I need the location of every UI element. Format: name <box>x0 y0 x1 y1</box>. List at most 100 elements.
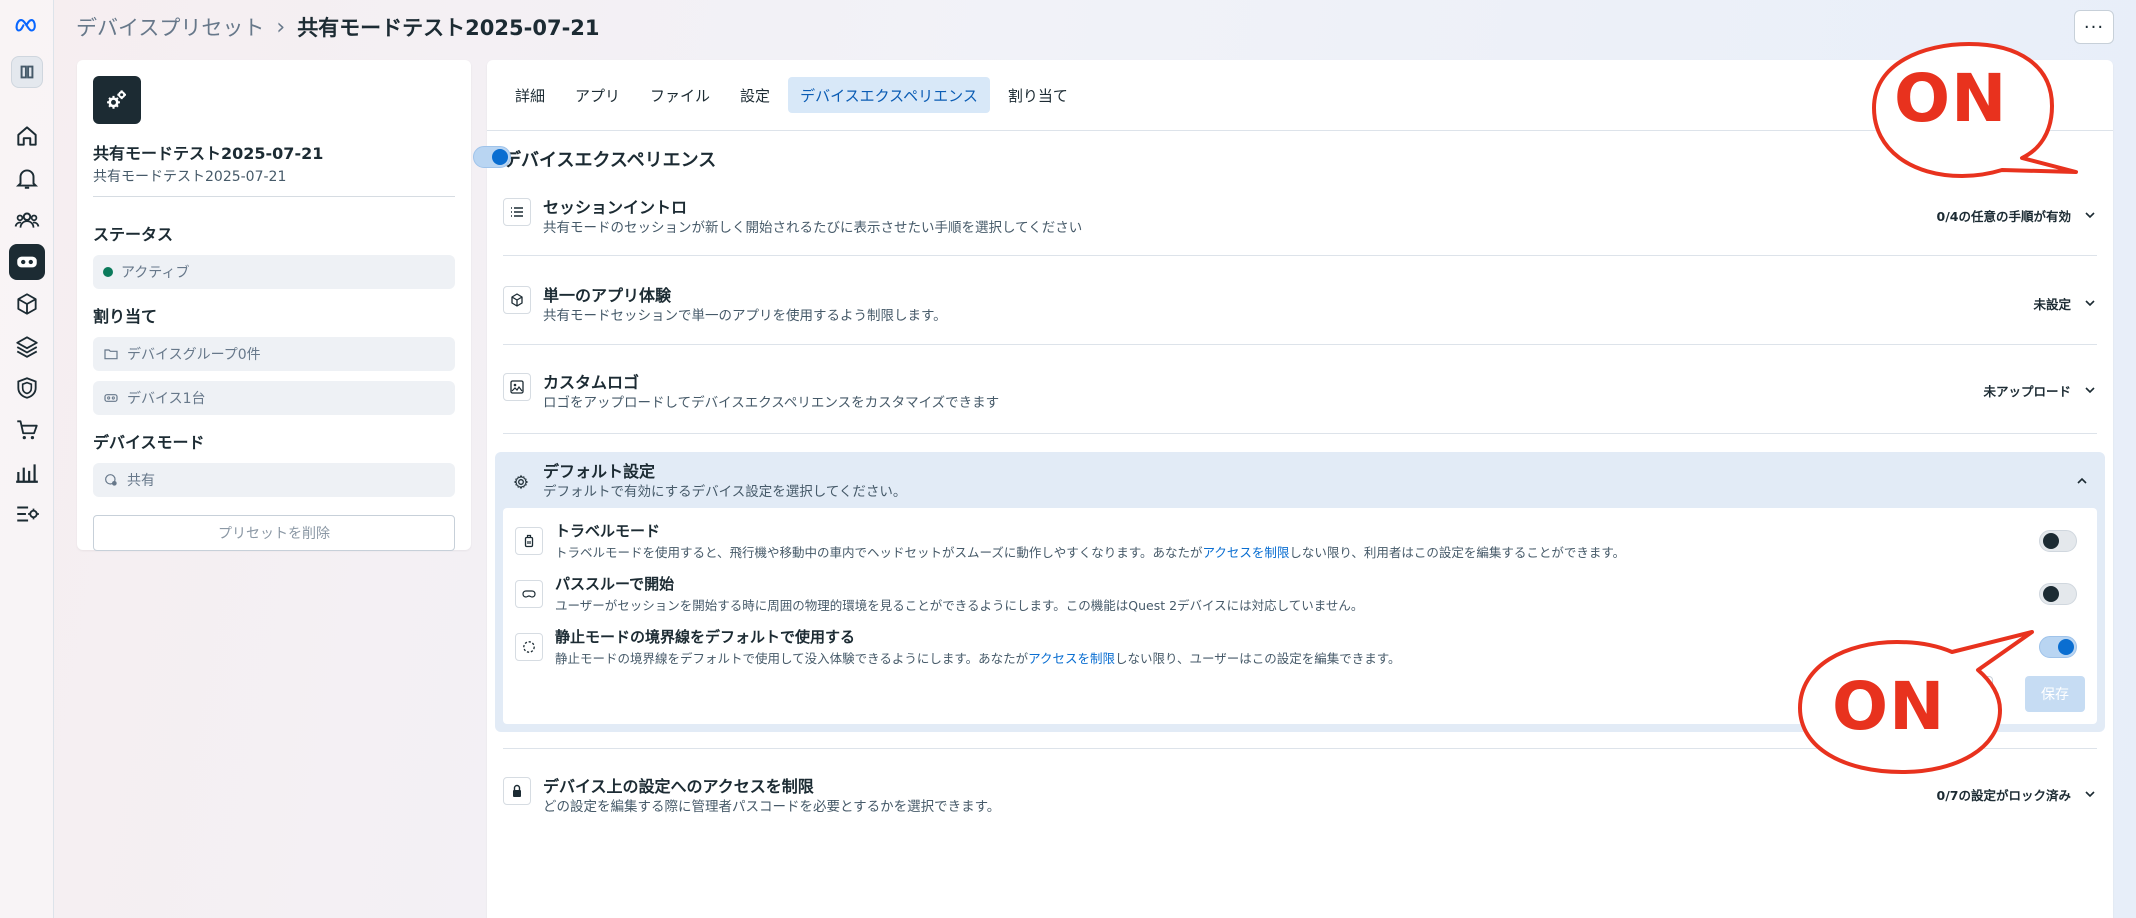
gear-icon <box>507 468 535 496</box>
device-experience-panel: 詳細 アプリ ファイル 設定 デバイスエクスペリエンス 割り当て デバイスエクス… <box>473 60 2113 918</box>
settings-list-icon[interactable] <box>9 496 45 532</box>
status-badge: アクティブ <box>93 255 455 289</box>
session-intro-status: 0/4の任意の手順が有効 <box>1936 209 2071 224</box>
divider <box>93 196 455 197</box>
stationary-boundary-desc: 静止モードの境界線をデフォルトで使用して没入体験できるようにします。あなたがアク… <box>555 648 1401 667</box>
travel-mode-desc-b: しない限り、利用者はこの設定を編集することができます。 <box>1289 545 1626 560</box>
chevron-down-icon[interactable] <box>2083 383 2097 397</box>
on-callout-bottom: ON <box>1792 620 2042 780</box>
tab-bar: 詳細 アプリ ファイル 設定 デバイスエクスペリエンス 割り当て <box>503 76 1080 114</box>
toggle-knob <box>492 149 508 165</box>
cart-icon[interactable] <box>9 412 45 448</box>
travel-mode-desc: トラベルモードを使用すると、飛行機や移動中の車内でヘッドセットがスムーズに動作し… <box>555 542 1625 561</box>
passthrough-toggle[interactable] <box>2039 583 2077 605</box>
chevron-up-icon[interactable] <box>2075 474 2089 488</box>
divider <box>503 433 2097 434</box>
device-mode-label: デバイスモード <box>93 433 205 452</box>
delete-preset-button[interactable]: プリセットを削除 <box>93 515 455 551</box>
restrict-access-title: デバイス上の設定へのアクセスを制限 <box>543 777 814 796</box>
restrict-access-desc: どの設定を編集する際に管理者パスコードを必要とするかを選択できます。 <box>543 799 1001 815</box>
preset-name: 共有モードテスト2025-07-21 <box>93 144 324 163</box>
session-intro-desc: 共有モードのセッションが新しく開始されるたびに表示させたい手順を選択してください <box>543 220 1083 236</box>
gears-icon <box>93 76 141 124</box>
travel-mode-row: トラベルモード トラベルモードを使用すると、飛行機や移動中の車内でヘッドセットが… <box>515 520 2077 564</box>
stationary-desc-b: しない限り、ユーザーはこの設定を編集できます。 <box>1115 651 1401 666</box>
dashed-circle-icon <box>515 633 543 661</box>
stationary-desc-a: 静止モードの境界線をデフォルトで使用して没入体験できるようにします。あなたが <box>555 651 1029 666</box>
meta-logo-icon[interactable] <box>9 6 45 42</box>
home-icon[interactable] <box>9 118 45 154</box>
status-dot-icon <box>103 267 113 277</box>
default-settings-title: デフォルト設定 <box>543 462 656 481</box>
icon-rail <box>0 0 54 918</box>
status-value: アクティブ <box>121 265 190 281</box>
chevron-down-icon[interactable] <box>2083 208 2097 222</box>
headset-icon[interactable] <box>9 244 45 280</box>
default-settings-header[interactable]: デフォルト設定 デフォルトで有効にするデバイス設定を選択してください。 <box>503 458 2097 506</box>
restrict-access-link[interactable]: アクセスを制限 <box>1028 651 1115 666</box>
shield-icon[interactable] <box>9 370 45 406</box>
passthrough-title: パススルーで開始 <box>555 575 675 593</box>
tab-apps[interactable]: アプリ <box>563 77 632 113</box>
passthrough-row: パススルーで開始 ユーザーがセッションを開始する時に周囲の物理的環境を見ることが… <box>515 573 2077 617</box>
lock-icon <box>503 777 531 805</box>
device-experience-toggle[interactable] <box>473 146 511 168</box>
stationary-boundary-toggle[interactable] <box>2039 636 2077 658</box>
single-app-title: 単一のアプリ体験 <box>543 286 672 305</box>
bell-icon[interactable] <box>9 160 45 196</box>
workspace-icon[interactable] <box>11 56 43 88</box>
list-icon <box>503 198 531 226</box>
restrict-access-status: 0/7の設定がロック済み <box>1936 788 2071 803</box>
default-settings-desc: デフォルトで有効にするデバイス設定を選択してください。 <box>543 484 907 500</box>
custom-logo-row[interactable]: カスタムロゴ ロゴをアップロードしてデバイスエクスペリエンスをカスタマイズできま… <box>503 369 2097 417</box>
tab-settings[interactable]: 設定 <box>728 77 782 113</box>
people-icon[interactable] <box>9 202 45 238</box>
shared-icon <box>105 474 117 486</box>
single-app-status: 未設定 <box>2033 297 2071 312</box>
custom-logo-desc: ロゴをアップロードしてデバイスエクスペリエンスをカスタマイズできます <box>543 395 1000 411</box>
device-mode-badge: 共有 <box>93 463 455 497</box>
on-callout-text: ON <box>1832 668 1946 745</box>
cube-small-icon <box>503 286 531 314</box>
divider <box>503 344 2097 345</box>
device-mode-value: 共有 <box>127 473 155 489</box>
custom-logo-status: 未アップロード <box>1983 384 2071 399</box>
session-intro-row[interactable]: セッションイントロ 共有モードのセッションが新しく開始されるたびに表示させたい手… <box>503 194 2097 242</box>
passthrough-desc: ユーザーがセッションを開始する時に周囲の物理的環境を見ることができるようにします… <box>555 598 1364 613</box>
headset-small-icon <box>104 394 118 402</box>
tab-details[interactable]: 詳細 <box>503 77 557 113</box>
chevron-down-icon[interactable] <box>2083 787 2097 801</box>
image-icon <box>503 373 531 401</box>
preset-subname: 共有モードテスト2025-07-21 <box>93 169 287 185</box>
assigned-devices-value: デバイス1台 <box>127 391 206 407</box>
cube-icon[interactable] <box>9 286 45 322</box>
tab-assignment[interactable]: 割り当て <box>996 77 1080 113</box>
custom-logo-title: カスタムロゴ <box>543 373 640 392</box>
layers-icon[interactable] <box>9 328 45 364</box>
assigned-devices[interactable]: デバイス1台 <box>93 381 455 415</box>
session-intro-title: セッションイントロ <box>543 198 688 217</box>
restrict-access-link[interactable]: アクセスを制限 <box>1203 545 1290 560</box>
single-app-row[interactable]: 単一のアプリ体験 共有モードセッションで単一のアプリを使用するよう制限します。 … <box>503 282 2097 330</box>
tab-files[interactable]: ファイル <box>638 77 722 113</box>
tab-device-experience[interactable]: デバイスエクスペリエンス <box>788 77 990 113</box>
chevron-down-icon[interactable] <box>2083 296 2097 310</box>
restrict-access-row[interactable]: デバイス上の設定へのアクセスを制限 どの設定を編集する際に管理者パスコードを必要… <box>503 773 2097 821</box>
assigned-groups-value: デバイスグループ0件 <box>127 347 261 363</box>
chevron-right-icon: › <box>276 14 286 40</box>
travel-mode-title: トラベルモード <box>555 522 661 540</box>
toggle-knob <box>2058 639 2074 655</box>
toggle-knob <box>2043 586 2059 602</box>
folder-icon <box>104 349 118 360</box>
assigned-groups[interactable]: デバイスグループ0件 <box>93 337 455 371</box>
section-title: デバイスエクスペリエンス <box>503 150 717 171</box>
travel-mode-toggle[interactable] <box>2039 530 2077 552</box>
luggage-icon <box>515 527 543 555</box>
breadcrumb-parent[interactable]: デバイスプリセット <box>76 12 264 42</box>
on-callout-text: ON <box>1894 60 2008 137</box>
on-callout-top: ON <box>1844 38 2094 188</box>
page-title: 共有モードテスト2025-07-21 <box>297 16 600 40</box>
assignment-label: 割り当て <box>93 307 158 326</box>
stationary-boundary-title: 静止モードの境界線をデフォルトで使用する <box>555 628 856 646</box>
analytics-icon[interactable] <box>9 454 45 490</box>
